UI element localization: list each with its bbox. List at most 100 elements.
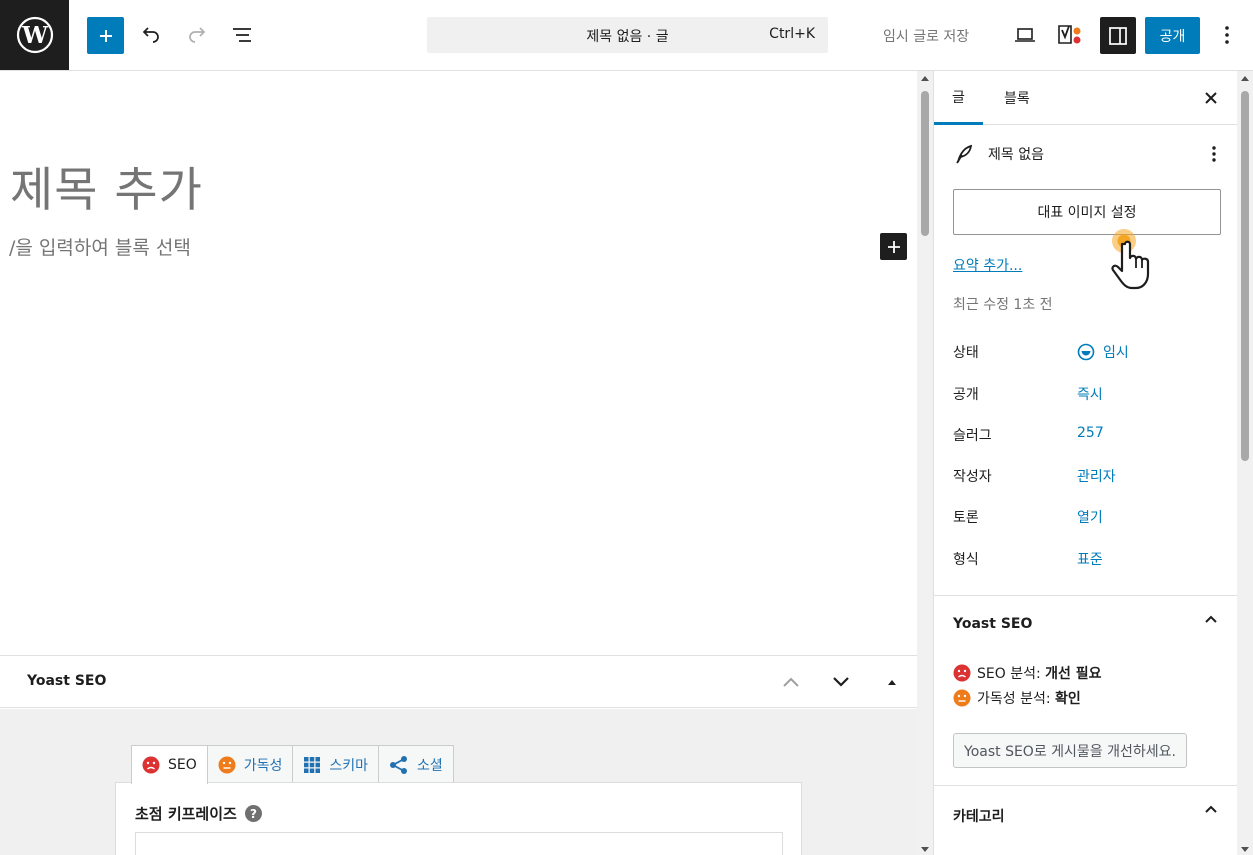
- move-down-button[interactable]: [829, 670, 853, 694]
- save-draft-button[interactable]: 임시 글로 저장: [883, 26, 969, 46]
- last-modified-text: 최근 수정 1초 전: [953, 297, 1053, 313]
- plus-icon: [99, 29, 112, 42]
- readability-analysis-label: 가독성 분석:: [977, 691, 1056, 707]
- yoast-panel-toggle[interactable]: [1204, 613, 1218, 628]
- command-title: 제목 없음 · 글: [586, 29, 669, 45]
- yoast-tab-seo[interactable]: SEO: [131, 745, 208, 784]
- block-appender-hint[interactable]: /을 입력하여 블록 선택: [9, 233, 191, 260]
- prop-row-discussion: 토론 열기: [953, 507, 1221, 527]
- prop-label: 상태: [953, 345, 979, 361]
- category-panel-toggle[interactable]: [1204, 803, 1218, 818]
- chevron-up-icon: [1205, 615, 1217, 623]
- post-title-input[interactable]: 제목 추가: [10, 151, 203, 220]
- more-vertical-icon: [1225, 26, 1229, 44]
- laptop-icon: [1015, 28, 1035, 42]
- share-icon: [390, 755, 408, 774]
- command-shortcut: Ctrl+K: [769, 26, 815, 42]
- slug-button[interactable]: 257: [1077, 425, 1104, 441]
- list-view-icon: [233, 28, 251, 42]
- improve-with-yoast-button[interactable]: Yoast SEO로 게시물을 개선하세요.: [953, 733, 1187, 768]
- feather-icon: [956, 144, 973, 164]
- seo-analysis-value: 개선 필요: [1045, 666, 1102, 682]
- neutral-face-icon: [218, 756, 236, 773]
- readability-analysis-result: 가독성 분석: 확인: [953, 688, 1081, 708]
- redo-button[interactable]: [180, 18, 214, 52]
- preview-button[interactable]: [1008, 18, 1042, 52]
- focus-keyphrase-input[interactable]: [135, 832, 783, 855]
- prop-row-status: 상태 임시: [953, 342, 1221, 362]
- plus-icon: [887, 240, 900, 253]
- sad-face-icon: [142, 756, 160, 774]
- settings-panel-toggle[interactable]: [1100, 17, 1136, 54]
- editor-scrollbar[interactable]: [917, 71, 933, 855]
- prop-row-author: 작성자 관리자: [953, 466, 1221, 486]
- yoast-panel-title[interactable]: Yoast SEO: [953, 616, 1032, 632]
- category-panel-title[interactable]: 카테고리: [953, 806, 1005, 826]
- readability-analysis-value: 확인: [1055, 691, 1081, 707]
- yoast-toolbar-button[interactable]: [1054, 18, 1088, 52]
- chevron-up-icon: [1205, 805, 1217, 813]
- move-up-button[interactable]: [779, 670, 803, 694]
- prop-value: 임시: [1103, 345, 1129, 361]
- document-overview-button[interactable]: [225, 18, 259, 52]
- publish-button[interactable]: 공개: [1145, 17, 1200, 54]
- sidebar-panel-icon: [1109, 26, 1127, 45]
- prop-label: 형식: [953, 552, 979, 568]
- tab-block[interactable]: 블록: [1004, 71, 1030, 125]
- close-sidebar-button[interactable]: [1199, 86, 1223, 110]
- format-button[interactable]: 표준: [1077, 549, 1103, 569]
- prop-row-format: 형식 표준: [953, 549, 1221, 569]
- neutral-face-icon: [953, 689, 971, 707]
- seo-analysis-label: SEO 분석:: [977, 666, 1046, 682]
- wordpress-logo-icon[interactable]: W: [0, 0, 69, 70]
- publish-time-button[interactable]: 즉시: [1077, 384, 1103, 404]
- add-excerpt-link[interactable]: 요약 추가...: [953, 255, 1022, 275]
- settings-sidebar: 글 블록 제목 없음 대표 이미지 설정 요약 추가... 최근 수정 1초 전…: [933, 71, 1237, 855]
- author-button[interactable]: 관리자: [1077, 466, 1116, 486]
- yoast-metabox-header: Yoast SEO: [0, 656, 917, 708]
- sidebar-scrollbar[interactable]: [1237, 71, 1253, 855]
- yoast-tabs: SEO 가독성 스키마 소셜: [131, 745, 454, 784]
- post-actions-button[interactable]: [1211, 145, 1217, 167]
- hand-pointer-cursor-icon: [1111, 229, 1150, 290]
- yoast-sidebar-panel: Yoast SEO SEO 분석: 개선 필요 가독성 분석: 확인 Yoast…: [934, 595, 1237, 785]
- prop-label: 슬러그: [953, 428, 992, 444]
- yoast-tab-schema[interactable]: 스키마: [292, 745, 380, 783]
- yoast-tab-readability[interactable]: 가독성: [206, 745, 294, 783]
- svg-text:W: W: [21, 22, 49, 49]
- inline-add-block-button[interactable]: [880, 233, 907, 260]
- undo-button[interactable]: [134, 18, 168, 52]
- yoast-tab-label: 가독성: [243, 757, 283, 774]
- redo-icon: [189, 27, 206, 43]
- set-featured-image-button[interactable]: 대표 이미지 설정: [953, 189, 1221, 235]
- prop-row-slug: 슬러그 257: [953, 425, 1221, 445]
- collapse-toggle-button[interactable]: [880, 670, 904, 694]
- yoast-tab-label: 스키마: [329, 757, 369, 774]
- prop-label: 공개: [953, 387, 979, 403]
- discussion-button[interactable]: 열기: [1077, 507, 1103, 527]
- help-icon[interactable]: ?: [244, 805, 262, 822]
- scrollbar-thumb[interactable]: [1241, 91, 1249, 461]
- status-button[interactable]: 임시: [1077, 342, 1129, 362]
- chevron-up-icon: [783, 677, 799, 687]
- prop-label: 토론: [953, 510, 979, 526]
- draft-status-icon: [1077, 343, 1095, 361]
- top-toolbar: W 제목 없음 · 글 Ctrl+K 임시 글로 저장 공개: [0, 0, 1253, 71]
- editor-canvas: 제목 추가 /을 입력하여 블록 선택 Yoast SEO SEO 가독성 스키…: [0, 71, 917, 855]
- add-block-button[interactable]: [87, 17, 124, 54]
- scroll-up-arrow[interactable]: [921, 76, 929, 81]
- category-panel: 카테고리: [934, 785, 1237, 855]
- yoast-tab-social[interactable]: 소셜: [378, 745, 454, 783]
- scrollbar-thumb[interactable]: [921, 91, 929, 236]
- yoast-metabox-title: Yoast SEO: [27, 673, 107, 689]
- post-summary-title: 제목 없음: [988, 147, 1044, 163]
- scroll-down-arrow[interactable]: [921, 847, 929, 852]
- options-button[interactable]: [1210, 18, 1244, 52]
- scroll-up-arrow[interactable]: [1241, 76, 1249, 81]
- triangle-up-icon: [888, 680, 896, 685]
- scroll-down-arrow[interactable]: [1241, 847, 1249, 852]
- svg-text:?: ?: [250, 807, 257, 821]
- command-palette-bar[interactable]: 제목 없음 · 글 Ctrl+K: [427, 17, 828, 53]
- yoast-tab-label: SEO: [168, 757, 197, 773]
- tab-post[interactable]: 글: [934, 71, 983, 125]
